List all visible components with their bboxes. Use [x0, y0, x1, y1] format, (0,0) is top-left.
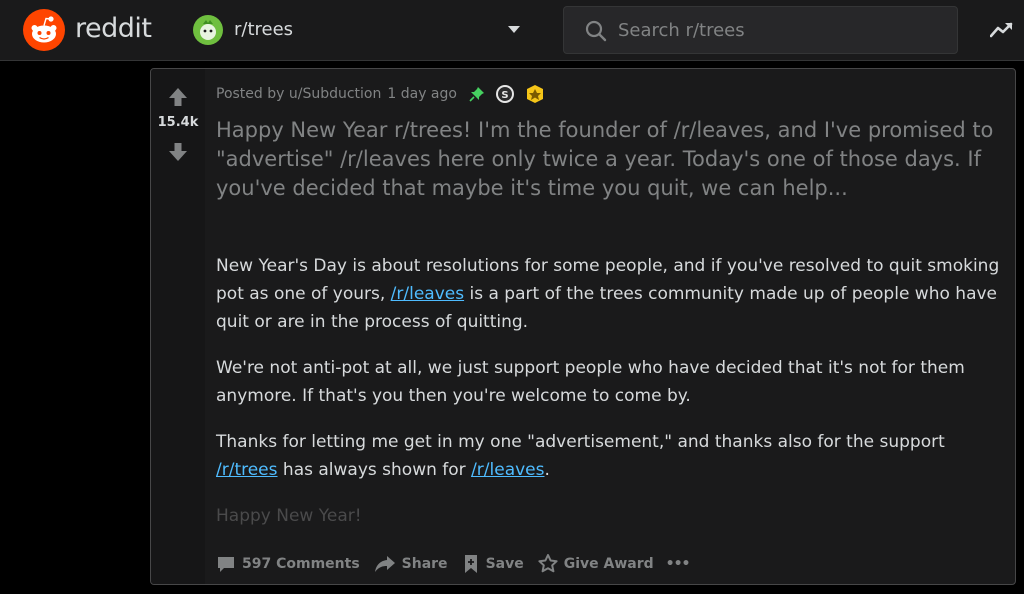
subreddit-icon[interactable]	[193, 15, 223, 45]
post-time[interactable]: 1 day ago	[387, 86, 457, 102]
trending-icon[interactable]	[990, 19, 1014, 41]
save-button[interactable]: Save	[462, 554, 524, 574]
vote-column: 15.4k	[151, 69, 205, 584]
comments-label: 597 Comments	[242, 556, 360, 572]
pin-icon	[469, 87, 484, 102]
svg-text:S: S	[501, 90, 508, 101]
share-label: Share	[401, 556, 448, 572]
reddit-wordmark[interactable]: reddit	[75, 13, 152, 44]
post-body: New Year's Day is about resolutions for …	[216, 252, 1006, 548]
body-paragraph: We're not anti-pot at all, we just suppo…	[216, 358, 965, 406]
vote-score: 15.4k	[157, 115, 199, 130]
downvote-icon[interactable]	[168, 141, 188, 163]
search-box[interactable]	[563, 6, 958, 54]
award-icon	[538, 554, 558, 573]
body-text: Thanks for letting me get in my one "adv…	[216, 432, 945, 452]
upvote-icon[interactable]	[168, 86, 188, 108]
subreddit-name[interactable]: r/trees	[234, 19, 293, 40]
body-text: .	[544, 460, 550, 480]
reddit-logo-icon[interactable]	[23, 9, 65, 51]
more-icon: •••	[665, 556, 691, 572]
comment-icon	[218, 557, 234, 572]
body-paragraph: Thanks for letting me get in my one "adv…	[216, 428, 1006, 484]
top-nav-bar: reddit r/trees	[0, 0, 1024, 61]
search-icon	[585, 20, 607, 42]
body-paragraph: New Year's Day is about resolutions for …	[216, 252, 1006, 336]
post-meta: Posted by u/Subduction 1 day ago S	[216, 84, 545, 104]
share-icon	[374, 556, 395, 572]
trees-link[interactable]: /r/trees	[216, 460, 278, 480]
body-text: has always shown for	[277, 460, 472, 480]
post-title[interactable]: Happy New Year r/trees! I'm the founder …	[216, 116, 1006, 203]
body-paragraph-faded: Happy New Year!	[216, 506, 362, 526]
posted-by[interactable]: Posted by u/Subduction	[216, 86, 381, 102]
silver-award-icon[interactable]: S	[495, 84, 515, 104]
give-award-button[interactable]: Give Award	[538, 554, 654, 574]
leaves-link[interactable]: /r/leaves	[391, 284, 464, 304]
save-label: Save	[485, 556, 524, 572]
share-button[interactable]: Share	[374, 554, 448, 574]
post-actions: 597 Comments Share Save Give Award •••	[216, 553, 704, 575]
leaves-link[interactable]: /r/leaves	[471, 460, 544, 480]
save-icon	[464, 555, 477, 573]
search-input[interactable]	[618, 17, 938, 43]
more-options-button[interactable]: •••	[665, 556, 691, 572]
gold-award-icon[interactable]	[525, 84, 545, 104]
comments-button[interactable]: 597 Comments	[216, 554, 360, 574]
chevron-down-icon[interactable]	[507, 24, 521, 36]
give-award-label: Give Award	[563, 556, 654, 572]
post-card[interactable]: 15.4k Posted by u/Subduction 1 day ago S…	[150, 68, 1016, 585]
